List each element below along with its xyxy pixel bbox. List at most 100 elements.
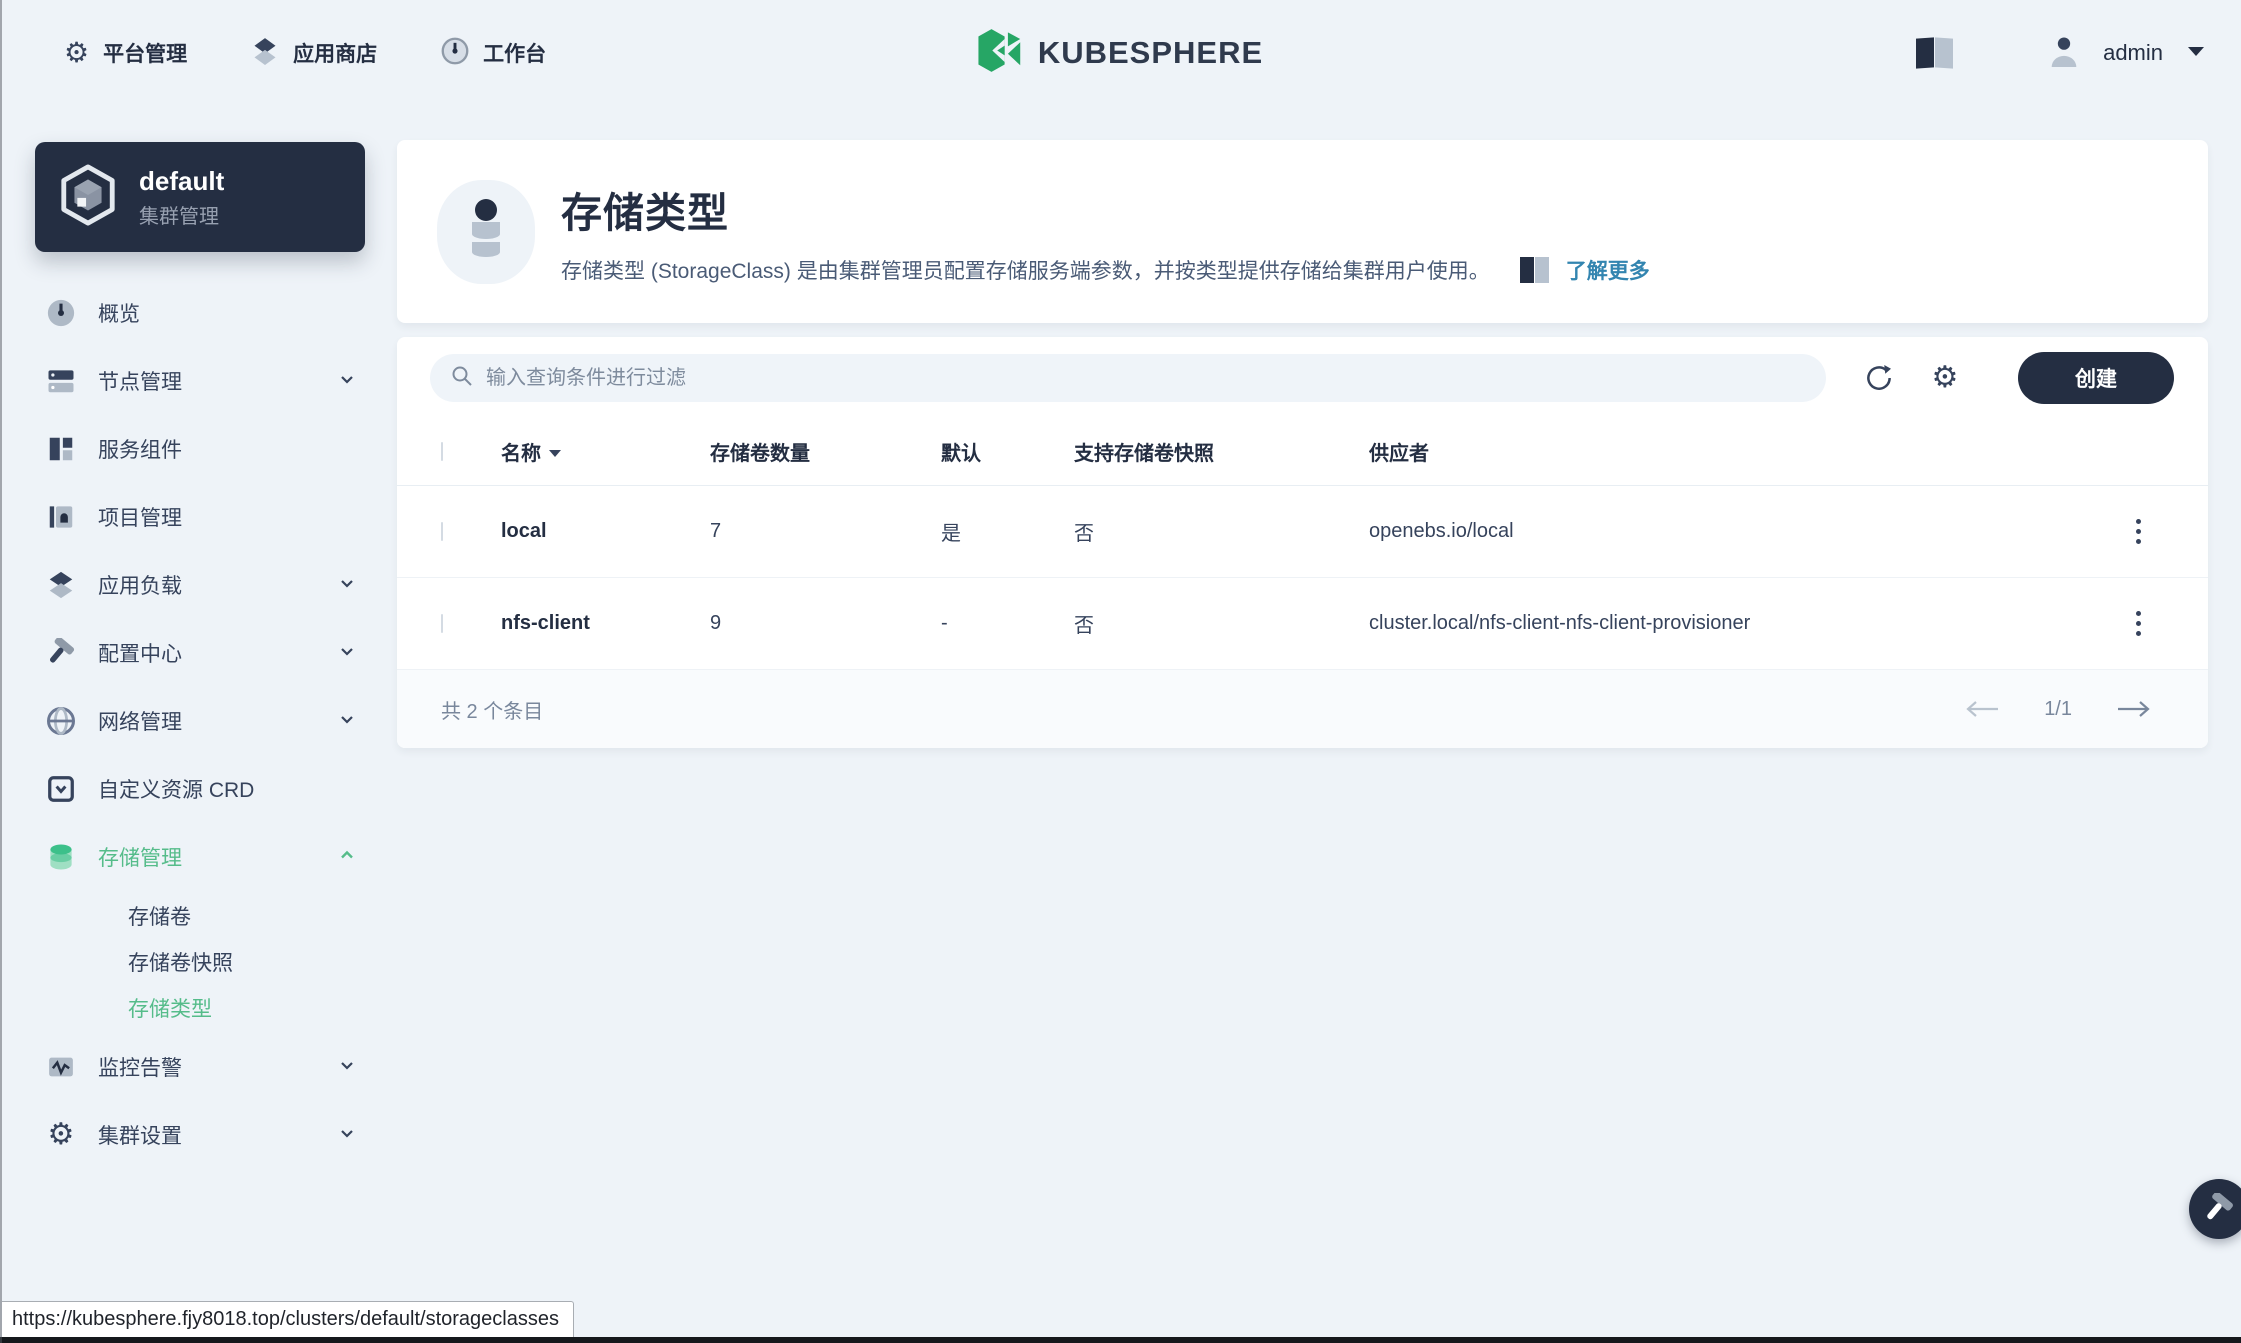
page-header-card: 存储类型 存储类型 (StorageClass) 是由集群管理员配置存储服务端参…	[397, 140, 2208, 323]
row-actions-kebab-icon[interactable]	[2118, 604, 2158, 644]
chevron-down-icon	[337, 641, 357, 666]
appstore-icon	[251, 37, 279, 70]
submenu-label: 存储卷快照	[128, 947, 233, 977]
snapshot-cell: 否	[1074, 517, 1369, 546]
book-right-page	[1935, 37, 1953, 68]
refresh-button[interactable]	[1846, 354, 1912, 402]
sidebar-item-cluster-settings[interactable]: ⚙ 集群设置	[46, 1112, 357, 1158]
submenu-label: 存储卷	[128, 901, 191, 931]
nav-label: 工作台	[483, 38, 546, 68]
create-button[interactable]: 创建	[2018, 352, 2174, 404]
sidebar-item-monitoring[interactable]: 监控告警	[46, 1044, 357, 1090]
column-header-name[interactable]: 名称	[501, 437, 710, 466]
cluster-hexagon-icon	[57, 164, 119, 231]
column-header-label: 支持存储卷快照	[1074, 437, 1214, 466]
workloads-icon	[46, 570, 76, 600]
sidebar-item-workloads[interactable]: 应用负载	[46, 562, 357, 608]
row-actions-kebab-icon[interactable]	[2118, 512, 2158, 552]
search-input[interactable]	[486, 367, 1806, 390]
sidebar-item-components[interactable]: 服务组件	[46, 426, 357, 472]
nav-app-store[interactable]: 应用商店	[251, 37, 377, 70]
total-items-text: 共 2 个条目	[441, 695, 543, 724]
sidebar-item-network[interactable]: 网络管理	[46, 698, 357, 744]
user-avatar-icon	[2049, 35, 2079, 72]
book-left-page	[1520, 257, 1534, 283]
chevron-down-icon	[337, 573, 357, 598]
pagination: 1/1	[1964, 698, 2152, 721]
book-icon	[1520, 257, 1554, 283]
main-content: 存储类型 存储类型 (StorageClass) 是由集群管理员配置存储服务端参…	[397, 106, 2208, 748]
nav-platform-management[interactable]: ⚙ 平台管理	[64, 38, 187, 68]
gear-icon: ⚙	[64, 39, 89, 67]
user-menu[interactable]: admin	[2049, 35, 2205, 72]
storage-class-name-link[interactable]: local	[501, 520, 710, 543]
default-cell: 是	[941, 517, 1074, 546]
workbench-icon	[441, 37, 469, 70]
sidebar-item-label: 应用负载	[98, 570, 182, 600]
row-checkbox[interactable]	[441, 614, 443, 633]
table-row[interactable]: nfs-client 9 - 否 cluster.local/nfs-clien…	[397, 578, 2208, 670]
column-header-label: 供应者	[1369, 437, 1429, 466]
sidebar-item-label: 监控告警	[98, 1052, 182, 1082]
username: admin	[2103, 40, 2163, 66]
sidebar-item-projects[interactable]: 项目管理	[46, 494, 357, 540]
storage-class-table-card: ⚙ 创建 名称 存储卷数量 默认 支持存储卷快照 供应者 local 7 是 否…	[397, 337, 2208, 748]
previous-page-arrow-icon[interactable]	[1964, 700, 2000, 718]
sidebar-subitem-volume-snapshots[interactable]: 存储卷快照	[46, 942, 357, 982]
kubesphere-logo[interactable]: KUBESPHERE	[978, 29, 1263, 77]
topbar: ⚙ 平台管理 应用商店 工作台 KUBESPHERE	[0, 0, 2241, 106]
chevron-down-icon	[337, 369, 357, 394]
sidebar-subitem-volumes[interactable]: 存储卷	[46, 896, 357, 936]
learn-more-link[interactable]: 了解更多	[1566, 255, 1650, 285]
sidebar-subitem-storage-classes[interactable]: 存储类型	[46, 988, 357, 1028]
page-head-text: 存储类型 存储类型 (StorageClass) 是由集群管理员配置存储服务端参…	[561, 179, 1650, 285]
page-indicator: 1/1	[2044, 698, 2072, 721]
sidebar-item-label: 节点管理	[98, 366, 182, 396]
submenu-label: 存储类型	[128, 993, 212, 1023]
nav-label: 平台管理	[103, 38, 187, 68]
page-description-row: 存储类型 (StorageClass) 是由集群管理员配置存储服务端参数，并按类…	[561, 255, 1650, 285]
window-bottom-edge	[0, 1337, 2241, 1343]
storage-class-name-link[interactable]: nfs-client	[501, 612, 710, 635]
sidebar-item-storage[interactable]: 存储管理	[46, 834, 357, 880]
storage-icon	[46, 842, 76, 872]
table-row[interactable]: local 7 是 否 openebs.io/local	[397, 486, 2208, 578]
page-description: 存储类型 (StorageClass) 是由集群管理员配置存储服务端参数，并按类…	[561, 255, 1490, 285]
cluster-selector[interactable]: default 集群管理	[35, 142, 365, 252]
cluster-name: default	[139, 165, 224, 198]
logo-wordmark: KUBESPHERE	[1038, 35, 1263, 71]
sidebar-item-label: 网络管理	[98, 706, 182, 736]
storage-class-page-icon	[437, 180, 535, 284]
nav-workbench[interactable]: 工作台	[441, 37, 546, 70]
browser-status-url: https://kubesphere.fjy8018.top/clusters/…	[2, 1301, 574, 1337]
sidebar-item-overview[interactable]: 概览	[46, 290, 357, 336]
sidebar-item-crd[interactable]: 自定义资源 CRD	[46, 766, 357, 812]
nodes-icon	[46, 366, 76, 396]
column-header-snapshot: 支持存储卷快照	[1074, 437, 1369, 466]
components-icon	[46, 434, 76, 464]
sidebar-item-configuration[interactable]: 配置中心	[46, 630, 357, 676]
search-box	[430, 354, 1826, 402]
documentation-book-icon[interactable]	[1913, 38, 1957, 68]
sidebar-item-label: 项目管理	[98, 502, 182, 532]
chevron-down-icon	[337, 1055, 357, 1080]
table-footer: 共 2 个条目 1/1	[397, 670, 2208, 748]
toolbox-fab[interactable]	[2189, 1179, 2241, 1239]
snapshot-cell: 否	[1074, 609, 1369, 638]
search-icon	[450, 364, 474, 393]
cluster-card-text: default 集群管理	[139, 165, 224, 229]
column-header-default: 默认	[941, 437, 1074, 466]
row-checkbox[interactable]	[441, 522, 443, 541]
book-left-page	[1916, 37, 1934, 68]
next-page-arrow-icon[interactable]	[2116, 700, 2152, 718]
column-settings-button[interactable]: ⚙	[1912, 354, 1978, 402]
column-header-label: 默认	[941, 437, 981, 466]
select-all-checkbox[interactable]	[441, 442, 443, 461]
column-header-volume-count: 存储卷数量	[710, 437, 941, 466]
gear-icon: ⚙	[46, 1120, 76, 1150]
chevron-down-icon	[337, 1123, 357, 1148]
provisioner-cell: cluster.local/nfs-client-nfs-client-prov…	[1369, 612, 2118, 635]
sidebar-item-nodes[interactable]: 节点管理	[46, 358, 357, 404]
table-toolbar: ⚙ 创建	[397, 337, 2208, 418]
sort-descending-icon	[549, 440, 561, 463]
